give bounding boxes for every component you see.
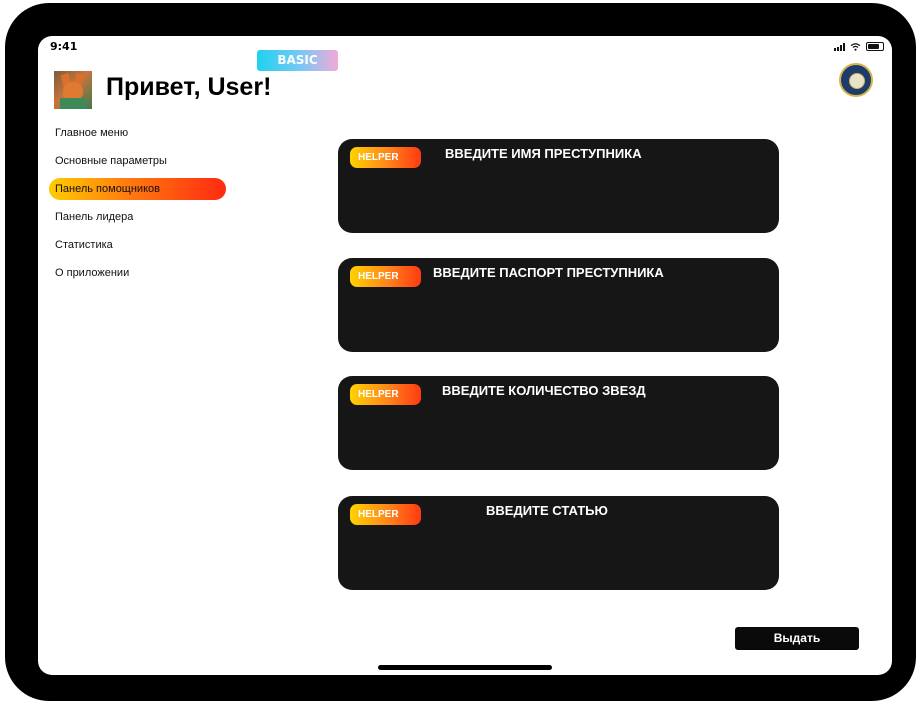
stars-count-card[interactable]: HELPER ВВЕДИТЕ КОЛИЧЕСТВО ЗВЕЗД bbox=[338, 376, 779, 470]
criminal-passport-card[interactable]: HELPER ВВЕДИТЕ ПАСПОРТ ПРЕСТУПНИКА bbox=[338, 258, 779, 352]
plan-badge: BASIC bbox=[257, 50, 338, 71]
user-avatar[interactable] bbox=[54, 71, 92, 109]
issue-button[interactable]: Выдать bbox=[735, 627, 859, 650]
status-icons bbox=[834, 42, 884, 51]
menu-item-about[interactable]: О приложении bbox=[49, 262, 229, 284]
card-title: ВВЕДИТЕ ИМЯ ПРЕСТУПНИКА bbox=[445, 146, 642, 161]
battery-icon bbox=[866, 42, 884, 51]
signal-icon bbox=[834, 42, 845, 51]
greeting-title: Привет, User! bbox=[106, 73, 272, 101]
card-title: ВВЕДИТЕ СТАТЬЮ bbox=[486, 503, 608, 518]
menu-item-leader-panel[interactable]: Панель лидера bbox=[49, 206, 229, 228]
home-indicator[interactable] bbox=[378, 665, 552, 670]
screen: 9:41 BASIC Привет, User! Главное меню Ос… bbox=[38, 36, 892, 675]
wifi-icon bbox=[850, 42, 861, 51]
menu-item-main[interactable]: Главное меню bbox=[49, 122, 229, 144]
helper-badge: HELPER bbox=[350, 384, 421, 405]
card-title: ВВЕДИТЕ КОЛИЧЕСТВО ЗВЕЗД bbox=[442, 383, 646, 398]
status-time: 9:41 bbox=[50, 40, 78, 53]
helper-badge: HELPER bbox=[350, 266, 421, 287]
criminal-name-card[interactable]: HELPER ВВЕДИТЕ ИМЯ ПРЕСТУПНИКА bbox=[338, 139, 779, 233]
menu-item-statistics[interactable]: Статистика bbox=[49, 234, 229, 256]
article-card[interactable]: HELPER ВВЕДИТЕ СТАТЬЮ bbox=[338, 496, 779, 590]
card-title: ВВЕДИТЕ ПАСПОРТ ПРЕСТУПНИКА bbox=[433, 265, 664, 280]
helper-badge: HELPER bbox=[350, 504, 421, 525]
government-seal-icon bbox=[839, 63, 873, 97]
tablet-frame: 9:41 BASIC Привет, User! Главное меню Ос… bbox=[5, 3, 916, 701]
sidebar-menu: Главное меню Основные параметры Панель п… bbox=[49, 122, 229, 290]
helper-badge: HELPER bbox=[350, 147, 421, 168]
menu-item-helpers-panel[interactable]: Панель помощников bbox=[49, 178, 226, 200]
menu-item-basic-params[interactable]: Основные параметры bbox=[49, 150, 229, 172]
